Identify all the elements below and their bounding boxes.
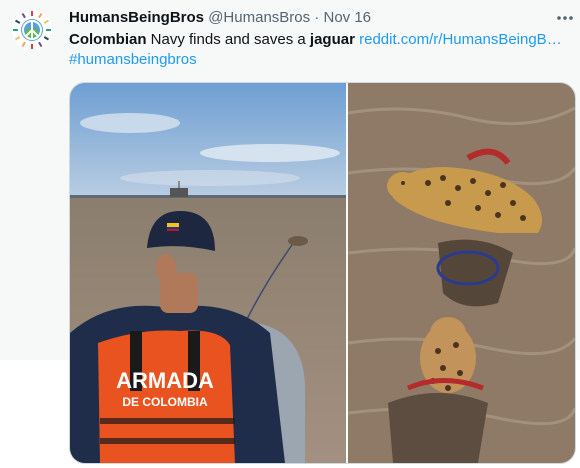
- photo-jaguar-rescue[interactable]: [348, 83, 575, 463]
- tweet-media[interactable]: ARMADA DE COLOMBIA: [69, 82, 576, 464]
- photo-navy-officer[interactable]: ARMADA DE COLOMBIA: [70, 83, 346, 463]
- peace-sign-avatar-icon: [13, 11, 51, 49]
- text-bold-colombian: Colombian: [69, 31, 147, 48]
- hashtag-link[interactable]: #humansbeingbros: [69, 50, 569, 70]
- text-plain: Navy finds and saves a: [146, 31, 310, 48]
- header-separator: ·: [314, 9, 320, 26]
- text-bold-jaguar: jaguar: [309, 31, 355, 48]
- tweet-date[interactable]: Nov 16: [323, 9, 371, 26]
- tweet-text: Colombian Navy finds and saves a jaguar …: [69, 30, 569, 70]
- tweet-header: HumansBeingBros @HumansBros · Nov 16: [69, 9, 371, 26]
- more-options-icon: [557, 16, 573, 20]
- avatar[interactable]: [12, 10, 52, 50]
- author-name[interactable]: HumansBeingBros: [69, 9, 204, 26]
- reddit-link[interactable]: reddit.com/r/HumansBeingB…: [359, 31, 562, 48]
- vest-text-armada: ARMADA: [116, 368, 214, 393]
- more-options-button[interactable]: [555, 10, 575, 26]
- vest-text-de-colombia: DE COLOMBIA: [122, 395, 208, 409]
- author-handle[interactable]: @HumansBros: [208, 9, 310, 26]
